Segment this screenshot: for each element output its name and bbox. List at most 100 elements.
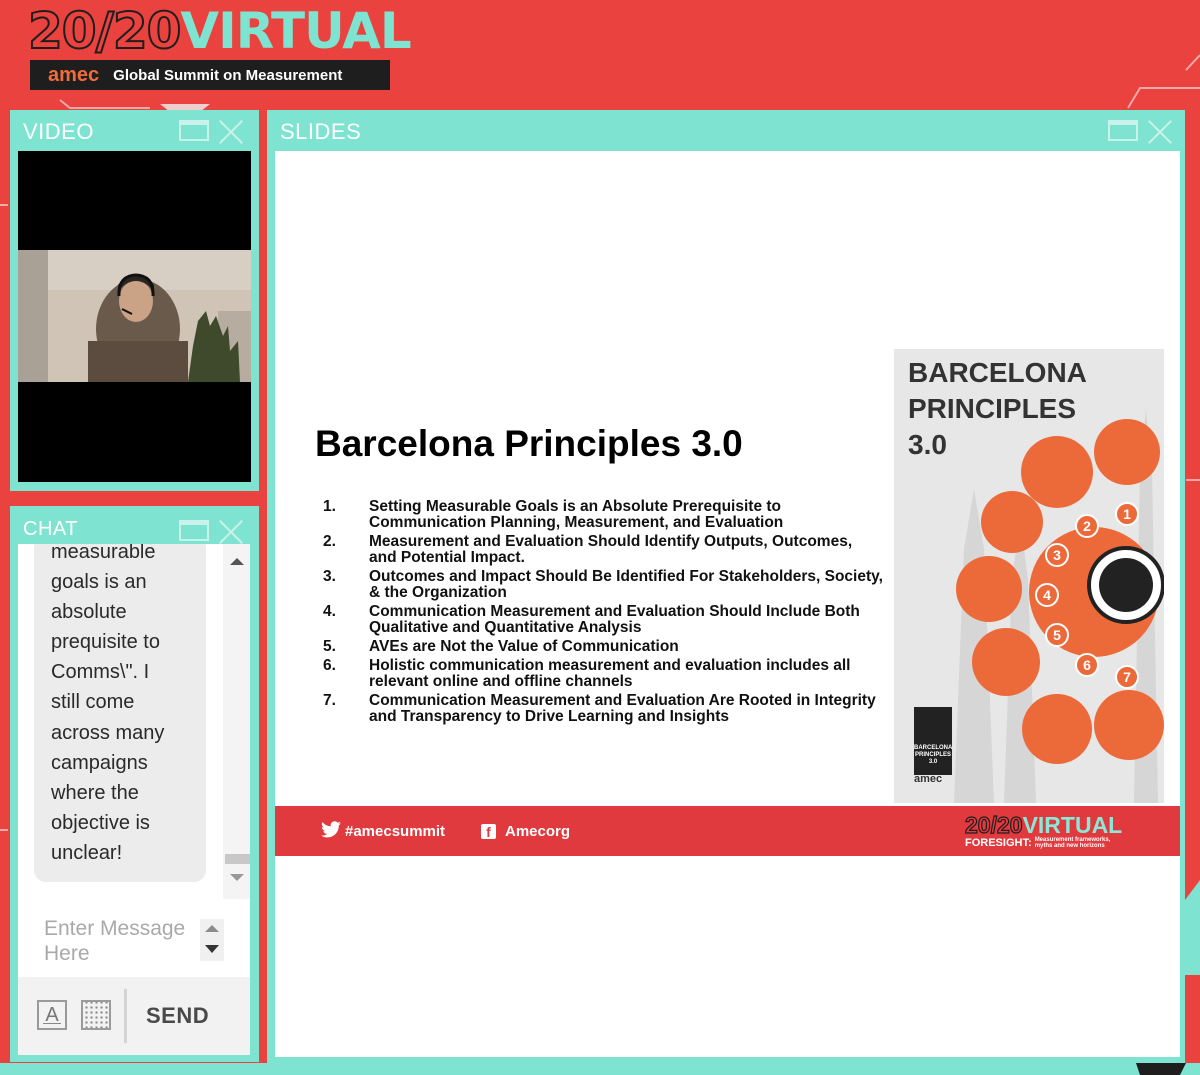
graphic-title-line: PRINCIPLES [908,393,1077,424]
facebook-handle: Amecorg [505,823,571,840]
chat-message-line: still come [51,691,135,714]
barcelona-principles-graphic: · [894,349,1164,803]
chat-message-line: goals is an [51,571,147,594]
twitter-icon [321,821,341,838]
chat-message-input[interactable]: Enter Message Here [44,916,194,960]
footer-brand-number: 20/20 [964,812,1023,838]
graphic-title: BARCELONA PRINCIPLES 3.0 [908,355,1087,463]
maximize-icon[interactable] [1108,120,1138,141]
chat-input-scroll[interactable] [200,919,224,961]
slides-panel-header[interactable]: SLIDES [267,110,1185,148]
footer-subtitle-line: myths and new horizons [1034,843,1105,850]
chat-message-line: where the [51,781,139,804]
font-icon[interactable]: A [37,1000,67,1030]
chevron-down-icon[interactable] [205,945,219,953]
principles-list: 1. Setting Measurable Goals is an Absolut… [323,499,883,728]
send-button[interactable]: SEND [146,1003,209,1029]
principle-text: Holistic communication measurement and e… [369,657,851,690]
principle-text: Communication Measurement and Evaluation… [369,692,876,725]
principle-item: 1. Setting Measurable Goals is an Absolut… [323,499,883,531]
close-icon[interactable] [219,120,243,144]
chat-message-line: prequisite to [51,631,160,654]
slides-panel: SLIDES Barcelona Principles 3.0 1. Settin… [267,110,1185,1063]
slides-panel-title: SLIDES [280,119,362,144]
footer-brand: 20/20VIRTUAL [964,812,1123,838]
principle-number: 7. [323,692,336,709]
circle-number: 2 [1083,518,1091,534]
principle-text: Setting Measurable Goals is an Absolute … [369,498,784,531]
principle-number: 2. [323,533,336,550]
maximize-icon[interactable] [179,120,209,141]
principle-item: 3. Outcomes and Impact Should Be Identifi… [323,569,883,601]
principle-text: AVEs are Not the Value of Communication [369,638,679,655]
chat-input-area: Enter Message Here [18,899,250,977]
circle-number: 5 [1053,627,1061,643]
amec-logo: amec [48,63,100,86]
keyboard-icon[interactable] [81,1000,111,1030]
amec-logo: amec [914,773,943,785]
scroll-up-icon[interactable] [230,558,244,565]
graphic-title-line: 3.0 [908,429,947,460]
barcelona-principles-logo: BARCELONA PRINCIPLES 3.0 [914,707,952,775]
circle-number: 4 [1043,587,1051,603]
brand-tagline: Global Summit on Measurement [113,66,343,84]
video-panel-title: VIDEO [23,119,94,144]
chat-message-line: Comms\". I [51,661,150,684]
scrollbar-thumb[interactable] [225,854,250,864]
footer-subtitle-small: Measurement frameworks, myths and new ho… [1035,837,1111,849]
scroll-down-icon[interactable] [230,874,244,881]
principle-text: Measurement and Evaluation Should Identi… [369,533,853,566]
video-player[interactable] [18,151,251,482]
slide-viewer[interactable]: Barcelona Principles 3.0 1. Setting Measu… [275,151,1180,1057]
video-panel-header[interactable]: VIDEO [10,110,259,148]
chat-message-text: measurable goals is an absolute prequisi… [51,544,201,868]
brand-tagline-bar: amec Global Summit on Measurement [30,60,390,90]
speaker-video-frame [18,250,251,382]
twitter-handle: #amecsummit [345,823,446,840]
chevron-up-icon[interactable] [205,925,219,932]
chat-message-bubble: measurable goals is an absolute prequisi… [34,544,206,882]
chat-messages[interactable]: measurable goals is an absolute prequisi… [18,544,250,899]
circle-number: 3 [1053,547,1061,563]
principle-item: 6. Holistic communication measurement and… [323,658,883,690]
principle-item: 5. AVEs are Not the Value of Communicatio… [323,639,883,655]
facebook-icon: f [481,824,496,840]
event-brand-logo: 20/20VIRTUAL amec Global Summit on Measu… [27,1,412,92]
chat-message-line: campaigns [51,751,148,774]
principle-text: Communication Measurement and Evaluation… [369,603,860,636]
chat-message-line: absolute [51,601,127,624]
circle-number: 1 [1123,506,1131,522]
maximize-icon[interactable] [179,520,209,541]
principle-number: 5. [323,638,336,655]
chat-panel-title: CHAT [23,518,78,540]
chat-message-line: measurable [51,544,156,563]
principle-item: 4. Communication Measurement and Evaluati… [323,604,883,636]
chat-toolbar: A SEND [18,977,250,1055]
brand-word: VIRTUAL [180,2,411,60]
principle-number: 3. [323,568,336,585]
video-panel: VIDEO [10,110,259,491]
footer-subtitle-main: FORESIGHT: [965,837,1032,849]
chat-message-line: unclear! [51,841,123,864]
principle-number: 6. [323,657,336,674]
chat-scrollbar[interactable] [223,544,250,899]
principle-item: 7. Communication Measurement and Evaluati… [323,693,883,725]
principle-number: 1. [323,498,336,515]
brand-number: 20/20 [27,1,182,61]
close-icon[interactable] [219,520,243,544]
chat-message-line: across many [51,721,165,744]
toolbar-divider [124,989,127,1043]
principle-number: 4. [323,603,336,620]
footer-subtitle: FORESIGHT: Measurement frameworks, myths… [965,837,1110,849]
footer-brand-word: VIRTUAL [1022,812,1123,838]
close-icon[interactable] [1148,120,1172,144]
chat-message-line: objective is [51,811,150,834]
principle-text: Outcomes and Impact Should Be Identified… [369,568,883,601]
slide-footer: #amecsummit f Amecorg 20/20VIRTUAL FORES… [275,806,1180,856]
chat-panel: CHAT measurable goals is an absolute pre… [10,506,259,1062]
chat-panel-header[interactable]: CHAT [10,506,259,544]
principle-item: 2. Measurement and Evaluation Should Iden… [323,534,883,566]
circle-number: 6 [1083,657,1091,673]
circle-number: 7 [1123,669,1131,685]
slide-title: Barcelona Principles 3.0 [315,423,743,464]
